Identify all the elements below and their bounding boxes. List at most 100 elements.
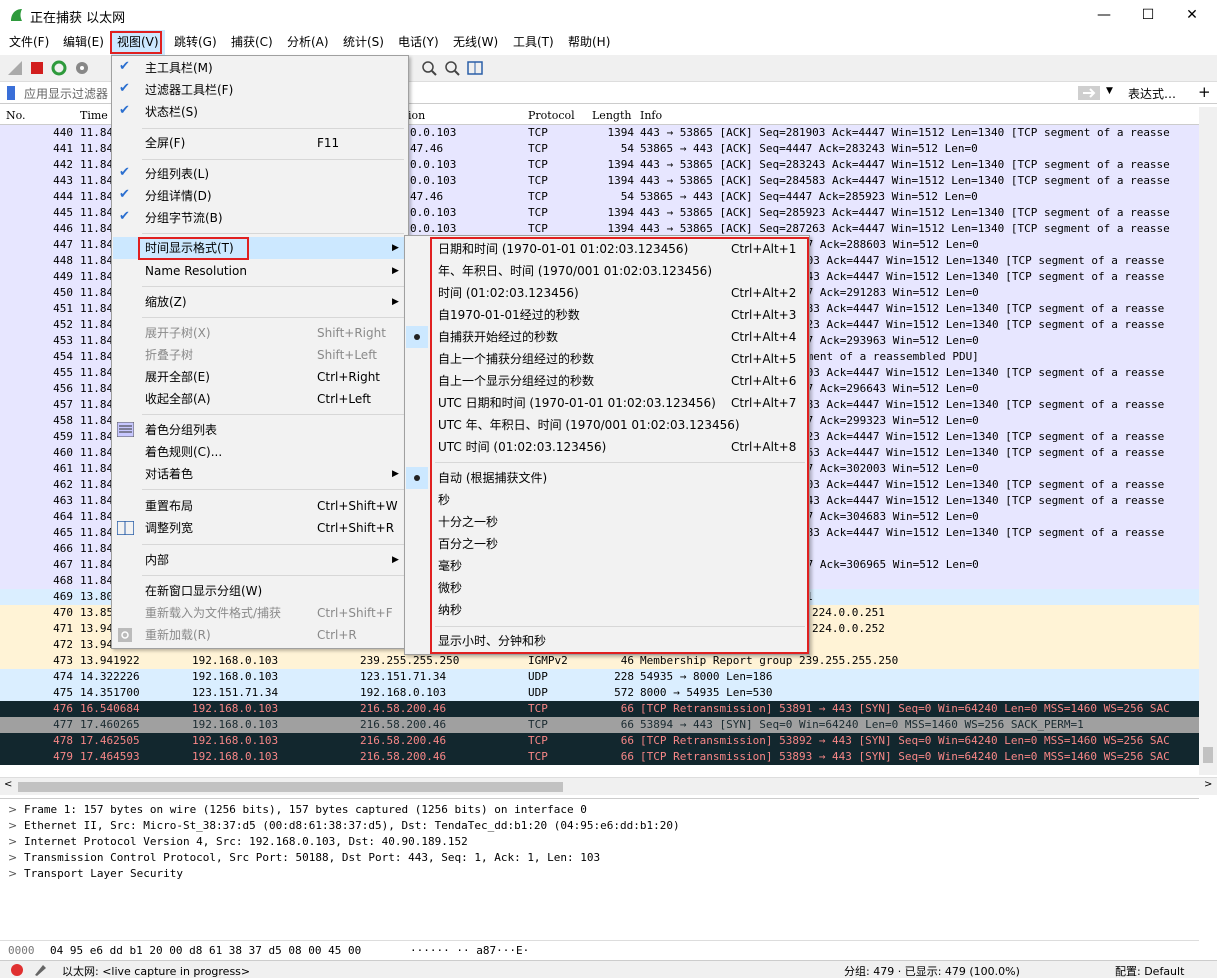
- window-title: 正在捕获 以太网: [30, 11, 126, 26]
- table-row[interactable]: 477 17.460265 192.168.0.103 216.58.200.46 TC…: [0, 717, 1199, 733]
- view-collapse-subtrees[interactable]: 折叠子树: [145, 344, 193, 366]
- bookmark-icon[interactable]: [6, 85, 16, 101]
- view-reset-layout[interactable]: 重置布局: [145, 495, 193, 517]
- view-coloring-rules[interactable]: 着色规则(C)...: [145, 441, 222, 463]
- view-internals[interactable]: 内部: [145, 549, 169, 571]
- col-time[interactable]: Time: [80, 109, 108, 122]
- cell-time: 11.84: [80, 510, 114, 523]
- col-info[interactable]: Info: [640, 109, 662, 122]
- col-no[interactable]: No.: [6, 109, 26, 122]
- view-expand-subtrees[interactable]: 展开子树(X): [145, 322, 211, 344]
- view-name-resolution[interactable]: Name Resolution: [145, 260, 247, 282]
- zoom-in-icon[interactable]: [420, 59, 438, 77]
- expand-arrow-icon[interactable]: >: [8, 867, 17, 880]
- menu-go[interactable]: 跳转(G): [168, 30, 223, 55]
- cell-time: 13.85: [80, 606, 114, 619]
- menu-help[interactable]: 帮助(H): [562, 30, 616, 55]
- view-filter-toolbar[interactable]: 过滤器工具栏(F): [145, 79, 233, 101]
- table-row[interactable]: 473 13.941922 192.168.0.103 239.255.255.250…: [0, 653, 1199, 669]
- shortcut-label: Ctrl+Shift+R: [317, 521, 395, 535]
- filter-input[interactable]: 应用显示过滤器 …: [24, 85, 124, 102]
- expression-button[interactable]: 表达式…: [1128, 85, 1176, 102]
- maximize-button[interactable]: ☐: [1126, 3, 1170, 27]
- col-protocol[interactable]: Protocol: [528, 109, 575, 122]
- minimize-button[interactable]: —: [1082, 3, 1126, 27]
- restart-capture-icon[interactable]: [50, 59, 68, 77]
- detail-tls[interactable]: Transport Layer Security: [24, 867, 183, 880]
- table-row[interactable]: 476 16.540684 192.168.0.103 216.58.200.46 TC…: [0, 701, 1199, 717]
- cell-no: 447: [53, 238, 73, 251]
- filter-dropdown-icon[interactable]: ▼: [1106, 86, 1113, 96]
- view-status-bar[interactable]: 状态栏(S): [145, 101, 198, 123]
- capture-status-icon[interactable]: [10, 963, 24, 977]
- zoom-out-icon[interactable]: [443, 59, 461, 77]
- status-profile[interactable]: 配置: Default: [1115, 963, 1184, 978]
- expand-arrow-icon[interactable]: >: [8, 819, 17, 832]
- packet-list-vscroll[interactable]: [1199, 107, 1217, 775]
- menu-telephony[interactable]: 电话(Y): [392, 30, 445, 55]
- packet-details[interactable]: > Frame 1: 157 bytes on wire (1256 bits)…: [0, 798, 1199, 936]
- submenu-arrow-icon: ▶: [392, 266, 399, 276]
- view-fullscreen[interactable]: 全屏(F): [145, 132, 185, 154]
- view-main-toolbar[interactable]: 主工具栏(M): [145, 57, 213, 79]
- table-row[interactable]: 475 14.351700 123.151.71.34 192.168.0.103 UD…: [0, 685, 1199, 701]
- packet-bytes[interactable]: 0000 04 95 e6 dd b1 20 00 d8 61 38 37 d5…: [0, 940, 1199, 960]
- cell-time: 11.84: [80, 414, 114, 427]
- detail-frame[interactable]: Frame 1: 157 bytes on wire (1256 bits), …: [24, 803, 587, 816]
- view-show-in-new-window[interactable]: 在新窗口显示分组(W): [145, 580, 262, 602]
- cell-time: 11.84: [80, 382, 114, 395]
- menu-analyze[interactable]: 分析(A): [281, 30, 335, 55]
- checkmark-icon: ✔: [119, 187, 130, 202]
- view-colorize-packet-list[interactable]: 着色分组列表: [145, 419, 217, 441]
- view-packet-list[interactable]: 分组列表(L): [145, 163, 209, 185]
- submenu-arrow-icon: ▶: [392, 297, 399, 307]
- cell-info: 47 Ack=296643 Win=512 Len=0: [800, 382, 979, 395]
- capture-options-icon[interactable]: [73, 59, 91, 77]
- edit-comment-icon[interactable]: [33, 963, 47, 977]
- menu-statistics[interactable]: 统计(S): [337, 30, 390, 55]
- view-packet-bytes[interactable]: 分组字节流(B): [145, 207, 223, 229]
- view-resize-columns[interactable]: 调整列宽: [145, 517, 193, 539]
- close-button[interactable]: ✕: [1170, 3, 1214, 27]
- shark-fin-start-icon[interactable]: [6, 59, 24, 77]
- stop-capture-icon[interactable]: [28, 59, 46, 77]
- cell-time: 11.84: [80, 318, 114, 331]
- view-packet-details[interactable]: 分组详情(D): [145, 185, 212, 207]
- cell-length: 54: [620, 190, 634, 203]
- col-destination[interactable]: ion: [408, 109, 425, 122]
- view-expand-all[interactable]: 展开全部(E): [145, 366, 210, 388]
- detail-ip[interactable]: Internet Protocol Version 4, Src: 192.16…: [24, 835, 468, 848]
- detail-tcp[interactable]: Transmission Control Protocol, Src Port:…: [24, 851, 600, 864]
- view-colorize-conversation[interactable]: 对话着色: [145, 463, 193, 485]
- detail-ethernet[interactable]: Ethernet II, Src: Micro-St_38:37:d5 (00:…: [24, 819, 680, 832]
- cell-protocol: TCP: [528, 190, 548, 203]
- resize-columns-icon[interactable]: [466, 59, 484, 77]
- col-length[interactable]: Length: [592, 109, 631, 122]
- expand-arrow-icon[interactable]: >: [8, 803, 17, 816]
- cell-protocol: TCP: [528, 750, 548, 763]
- menu-wireless[interactable]: 无线(W): [447, 30, 504, 55]
- packet-list-hscroll[interactable]: < >: [0, 777, 1217, 795]
- table-row[interactable]: 474 14.322226 192.168.0.103 123.151.71.34 UD…: [0, 669, 1199, 685]
- bytes-ascii[interactable]: ······ ·· a87···E·: [410, 944, 529, 957]
- menu-tools[interactable]: 工具(T): [507, 30, 560, 55]
- view-collapse-all[interactable]: 收起全部(A): [145, 388, 211, 410]
- cell-no: 465: [53, 526, 73, 539]
- scroll-left-icon[interactable]: <: [4, 779, 12, 790]
- menu-file[interactable]: 文件(F): [3, 30, 55, 55]
- expand-arrow-icon[interactable]: >: [8, 851, 17, 864]
- expand-arrow-icon[interactable]: >: [8, 835, 17, 848]
- apply-filter-arrow-icon[interactable]: [1078, 86, 1100, 100]
- table-row[interactable]: 478 17.462505 192.168.0.103 216.58.200.46 TC…: [0, 733, 1199, 749]
- bytes-hex[interactable]: 04 95 e6 dd b1 20 00 d8 61 38 37 d5 08 0…: [50, 944, 361, 957]
- menu-edit[interactable]: 编辑(E): [57, 30, 110, 55]
- vscroll-thumb[interactable]: [1203, 747, 1213, 763]
- menu-capture[interactable]: 捕获(C): [225, 30, 279, 55]
- table-row[interactable]: 479 17.464593 192.168.0.103 216.58.200.46 TC…: [0, 749, 1199, 765]
- scroll-right-icon[interactable]: >: [1204, 779, 1212, 790]
- add-filter-button[interactable]: +: [1198, 83, 1211, 101]
- view-zoom[interactable]: 缩放(Z): [145, 291, 187, 313]
- hscroll-thumb[interactable]: [18, 782, 563, 792]
- view-reload-as-file-format[interactable]: 重新载入为文件格式/捕获: [145, 602, 281, 624]
- view-reload[interactable]: 重新加载(R): [145, 624, 211, 646]
